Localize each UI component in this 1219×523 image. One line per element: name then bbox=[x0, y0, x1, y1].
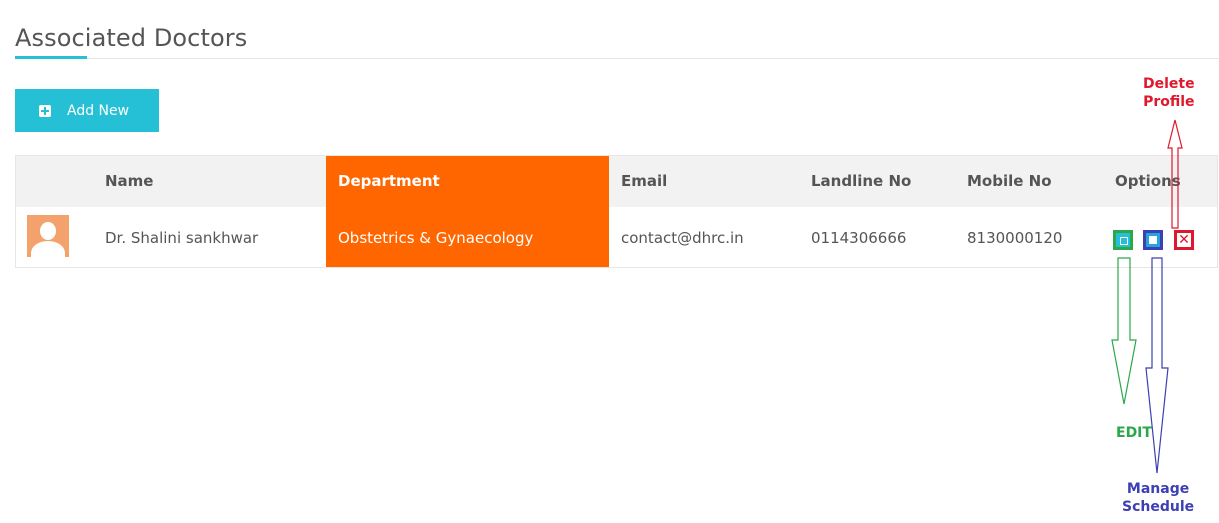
edit-icon[interactable] bbox=[1113, 230, 1133, 250]
column-header-mobile[interactable]: Mobile No bbox=[967, 156, 1052, 207]
department-column-highlight: Department Obstetrics & Gynaecology bbox=[326, 156, 609, 267]
user-avatar-icon bbox=[27, 215, 69, 257]
column-header-name[interactable]: Name bbox=[105, 156, 153, 207]
column-header-department[interactable]: Department bbox=[338, 156, 440, 207]
column-header-email[interactable]: Email bbox=[621, 156, 667, 207]
table-row: Dr. Shalini sankhwar contact@dhrc.in 011… bbox=[16, 207, 1217, 267]
delete-profile-annotation: Delete Profile bbox=[1143, 75, 1195, 111]
column-header-landline[interactable]: Landline No bbox=[811, 156, 911, 207]
doctor-name: Dr. Shalini sankhwar bbox=[105, 207, 258, 267]
title-accent-bar bbox=[15, 56, 87, 59]
calendar-icon[interactable] bbox=[1143, 230, 1163, 250]
close-icon[interactable]: ✕ bbox=[1174, 230, 1194, 250]
page-title: Associated Doctors bbox=[15, 24, 247, 52]
plus-square-icon bbox=[39, 105, 51, 117]
column-header-options: Options bbox=[1115, 156, 1181, 207]
add-new-button[interactable]: Add New bbox=[15, 89, 159, 132]
edit-arrow bbox=[1112, 258, 1136, 404]
doctor-department: Obstetrics & Gynaecology bbox=[338, 207, 533, 267]
add-new-label: Add New bbox=[67, 103, 129, 119]
doctors-table: Name Email Landline No Mobile No Options… bbox=[15, 155, 1218, 268]
table-header: Name Email Landline No Mobile No Options bbox=[16, 156, 1217, 207]
doctor-mobile: 8130000120 bbox=[967, 207, 1062, 267]
manage-schedule-annotation: Manage Schedule bbox=[1122, 480, 1194, 516]
doctor-landline: 0114306666 bbox=[811, 207, 906, 267]
edit-annotation: EDIT bbox=[1116, 424, 1152, 442]
title-divider bbox=[15, 58, 1219, 59]
doctor-email: contact@dhrc.in bbox=[621, 207, 744, 267]
